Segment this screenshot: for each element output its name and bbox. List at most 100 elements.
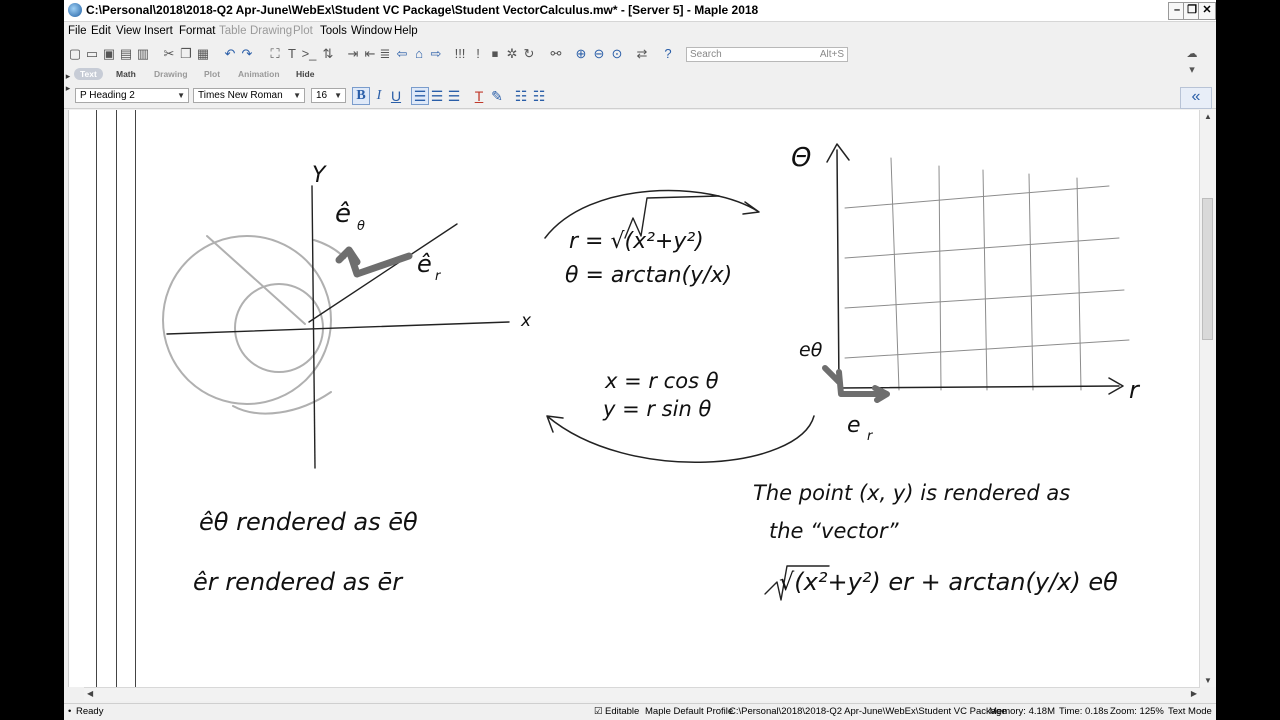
execute-all-icon[interactable]: !!! <box>452 46 468 62</box>
document-canvas[interactable]: Y x ê θ ê r r = √(x²+y²) θ = arctan(y/x)… <box>68 110 1199 687</box>
redo-icon[interactable]: ↷ <box>239 46 255 62</box>
align-left-icon[interactable]: ☰ <box>411 87 429 105</box>
cut-icon[interactable]: ✂ <box>161 46 177 62</box>
menu-edit[interactable]: Edit <box>91 25 111 37</box>
zoom-in-icon[interactable]: ⊕ <box>573 46 589 62</box>
split-join-icon[interactable]: ⇅ <box>320 46 336 62</box>
menu-drawing[interactable]: Drawing <box>250 25 292 37</box>
scroll-down-arrow-icon[interactable]: ▼ <box>1204 676 1212 685</box>
align-center-icon[interactable]: ☰ <box>428 87 446 105</box>
status-bar: • Ready ☑ Editable Maple Default Profile… <box>64 703 1216 720</box>
italic-icon[interactable]: I <box>370 87 388 105</box>
close-button[interactable]: ✕ <box>1198 2 1216 20</box>
zoom-out-icon[interactable]: ⊖ <box>591 46 607 62</box>
menu-plot[interactable]: Plot <box>293 25 313 37</box>
grid-e-r-subscript: r <box>867 429 874 444</box>
open-folder-icon[interactable]: ▭ <box>84 46 100 62</box>
grid-e-r-label: e <box>847 413 861 438</box>
formatbar-expand-icon[interactable]: ▸ <box>64 80 72 96</box>
scroll-up-arrow-icon[interactable]: ▲ <box>1204 112 1212 121</box>
font-value: Times New Roman <box>198 90 283 101</box>
point-note-line1: The point (x, y) is rendered as <box>753 481 1070 505</box>
zoom-fit-icon[interactable]: ⊙ <box>609 46 625 62</box>
text-color-icon[interactable]: T <box>470 87 488 105</box>
print-icon[interactable]: ▤ <box>118 46 134 62</box>
handwritten-drawing: Y x ê θ ê r r = √(x²+y²) θ = arctan(y/x)… <box>162 143 1141 601</box>
section-icon[interactable]: ≣ <box>377 46 393 62</box>
style-value: P Heading 2 <box>80 90 135 101</box>
debug-icon[interactable]: ✲ <box>504 46 520 62</box>
save-icon[interactable]: ▣ <box>101 46 117 62</box>
e-r-hat-label: ê <box>417 250 432 278</box>
new-document-icon[interactable]: ▢ <box>67 46 83 62</box>
mode-hide[interactable]: Hide <box>296 69 314 79</box>
restart-icon[interactable]: ↻ <box>521 46 537 62</box>
insert-math-icon[interactable]: ⛶ <box>267 46 283 62</box>
bold-icon[interactable]: B <box>352 87 370 105</box>
numbered-list-icon[interactable]: ☷ <box>530 87 548 105</box>
search-input[interactable]: Search Alt+S <box>686 47 848 62</box>
execute-icon[interactable]: ! <box>470 46 486 62</box>
status-time: Time: 0.18s <box>1059 706 1109 717</box>
align-right-icon[interactable]: ☰ <box>445 87 463 105</box>
forward-icon[interactable]: ⇨ <box>428 46 444 62</box>
vertical-scroll-thumb[interactable] <box>1202 198 1213 340</box>
theta-axis-label: Θ <box>791 143 811 173</box>
collapse-panel-button[interactable]: « <box>1180 87 1212 109</box>
status-ready-indicator-icon: • <box>68 706 72 717</box>
vertical-scrollbar[interactable]: ▲ ▼ <box>1199 110 1216 687</box>
forward-theta-equation: θ = arctan(y/x) <box>565 263 732 288</box>
e-r-subscript: r <box>435 269 442 284</box>
font-size-select[interactable]: 16 ▼ <box>311 88 346 103</box>
left-x-label: x <box>520 311 532 331</box>
theta-axis-arrowhead <box>826 143 850 163</box>
mode-plot[interactable]: Plot <box>204 69 220 79</box>
style-select[interactable]: P Heading 2 ▼ <box>75 88 189 103</box>
undo-icon[interactable]: ↶ <box>222 46 238 62</box>
link-icon[interactable]: ⚯ <box>548 46 564 62</box>
home-icon[interactable]: ⌂ <box>411 46 427 62</box>
execution-group-icon[interactable]: >_ <box>301 46 317 62</box>
menu-tools[interactable]: Tools <box>320 25 347 37</box>
scroll-left-arrow-icon[interactable]: ◀ <box>87 689 93 698</box>
forward-r-equation: r = √(x²+y²) <box>569 229 704 254</box>
menu-view[interactable]: View <box>116 25 141 37</box>
e-theta-subscript: θ <box>357 219 365 234</box>
mode-math[interactable]: Math <box>116 69 136 79</box>
render-note-theta: êθ rendered as ēθ <box>199 508 418 536</box>
scroll-right-arrow-icon[interactable]: ▶ <box>1191 689 1197 698</box>
font-select[interactable]: Times New Roman ▼ <box>193 88 305 103</box>
help-icon[interactable]: ? <box>660 46 676 62</box>
bullet-list-icon[interactable]: ☷ <box>512 87 530 105</box>
menu-format[interactable]: Format <box>179 25 215 37</box>
menu-table[interactable]: Table <box>219 25 247 37</box>
copy-icon[interactable]: ❐ <box>178 46 194 62</box>
mode-text[interactable]: Text <box>74 68 103 80</box>
indent-icon[interactable]: ⇥ <box>345 46 361 62</box>
mode-drawing[interactable]: Drawing <box>154 69 188 79</box>
menu-window[interactable]: Window <box>351 25 392 37</box>
underline-icon[interactable]: U <box>387 87 405 105</box>
swap-icon[interactable]: ⇄ <box>634 46 650 62</box>
menu-file[interactable]: File <box>68 25 87 37</box>
horizontal-scrollbar[interactable]: ◀ ▶ <box>84 687 1200 701</box>
back-icon[interactable]: ⇦ <box>394 46 410 62</box>
stop-icon[interactable]: ⏹ <box>487 46 503 62</box>
editable-checkbox-icon[interactable]: ☑ <box>594 704 603 720</box>
menu-insert[interactable]: Insert <box>144 25 173 37</box>
highlight-icon[interactable]: ✎ <box>488 87 506 105</box>
inverse-transform-arrow <box>546 415 815 464</box>
maple-window: C:\Personal\2018\2018-Q2 Apr-June\WebEx\… <box>64 0 1216 720</box>
inverse-x-equation: x = r cos θ <box>604 369 719 393</box>
status-memory: Memory: 4.18M <box>989 706 1055 717</box>
mode-animation[interactable]: Animation <box>238 69 280 79</box>
menu-bar: File Edit View Insert Format Table Drawi… <box>64 22 1216 42</box>
menu-help[interactable]: Help <box>394 25 418 37</box>
print-preview-icon[interactable]: ▥ <box>135 46 151 62</box>
cloud-icon[interactable]: ☁▾ <box>1184 46 1200 76</box>
paste-icon[interactable]: ▦ <box>195 46 211 62</box>
search-shortcut-hint: Alt+S <box>819 49 844 60</box>
insert-text-icon[interactable]: T <box>284 46 300 62</box>
outdent-icon[interactable]: ⇤ <box>362 46 378 62</box>
point-note-line2: the “vector” <box>769 519 900 543</box>
